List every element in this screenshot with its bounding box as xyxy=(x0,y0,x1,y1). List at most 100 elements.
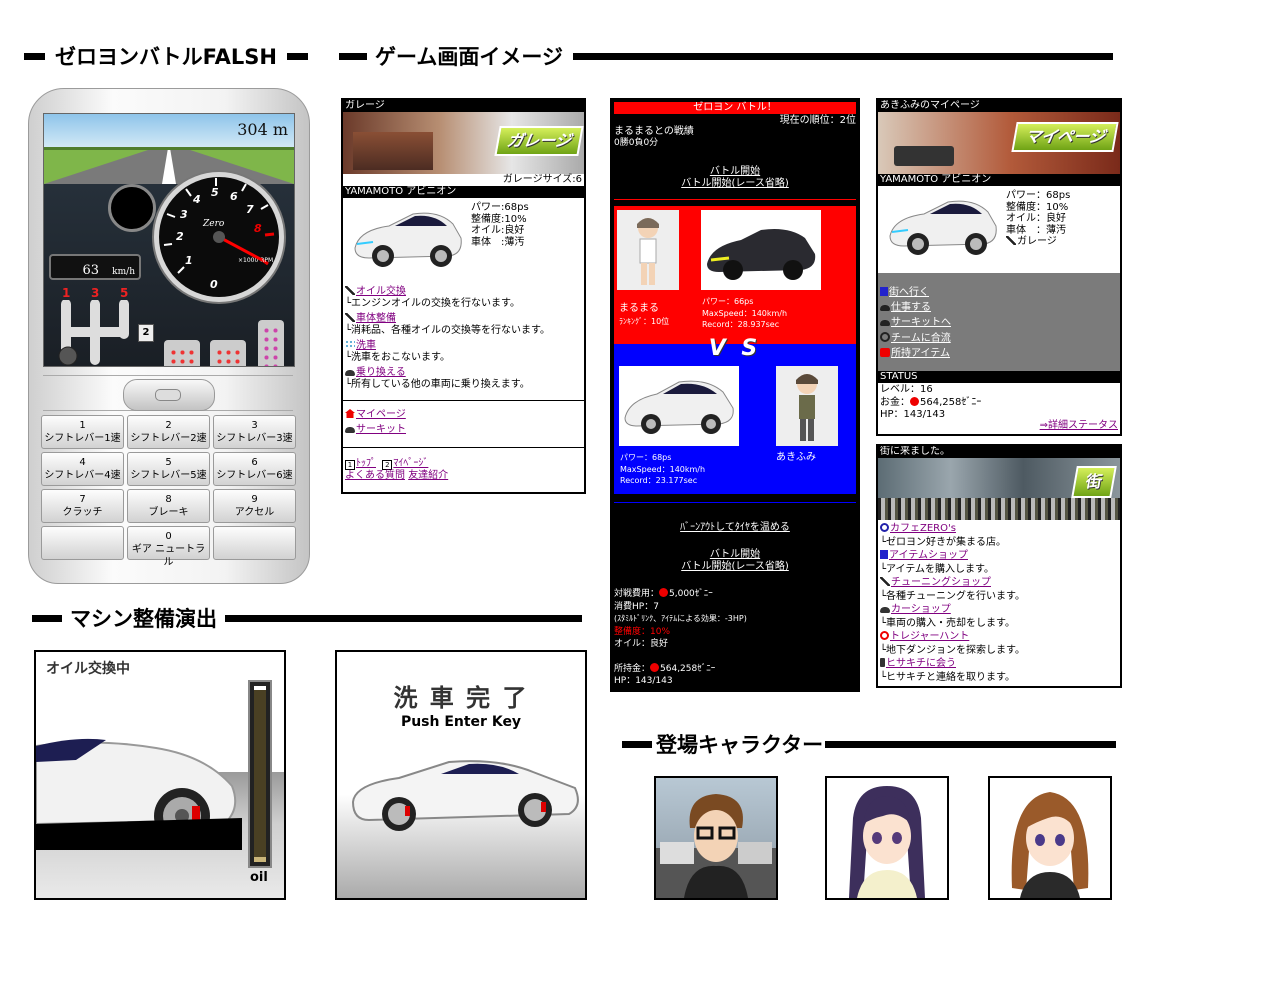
battle-skip-link[interactable]: バトル開始(レース省略) xyxy=(681,178,789,189)
garage-links: マイページ サーキット xyxy=(345,409,406,435)
garage-size: ガレージサイズ:6 xyxy=(502,174,582,185)
item-shop-link[interactable]: アイテムショップ xyxy=(889,550,968,561)
car-wash-animation: 洗 車 完 了 Push Enter Key xyxy=(335,650,587,900)
garage-car-image xyxy=(354,212,462,267)
key-blank-11[interactable] xyxy=(213,526,296,560)
faq-link[interactable]: よくある質問 xyxy=(345,470,405,481)
invite-link[interactable]: 友達紹介 xyxy=(408,470,448,481)
key-6[interactable]: 6 シフトレバー6速 xyxy=(213,452,296,486)
key-4[interactable]: 4 シフトレバー4速 xyxy=(41,452,124,486)
shift-gate[interactable] xyxy=(56,300,136,367)
town-banner-text: 街 xyxy=(1071,466,1117,498)
record-title: まるまるとの戦績 xyxy=(614,126,694,137)
wash-car-image xyxy=(351,760,579,831)
key-number: 0 xyxy=(165,531,172,542)
key-number: 5 xyxy=(165,457,172,468)
garage-stats: パワー:68ps 整備度:10% オイル:良好 車体 :薄汚 xyxy=(471,202,529,248)
player1-name: まるまる xyxy=(619,303,659,314)
key-label: シフトレバー1速 xyxy=(44,433,121,444)
town-screen: 街に来ました。 街 カフェZERO's └ゼロヨン好きが集まる店。 アイテムショ… xyxy=(876,444,1122,688)
status-header: STATUS xyxy=(878,371,1120,383)
battle-start-link-2[interactable]: バトル開始 xyxy=(710,549,760,560)
top-link[interactable]: ﾄｯﾌﾟ xyxy=(356,458,376,469)
key-1[interactable]: 1 シフトレバー1速 xyxy=(41,415,124,449)
treasure-hunt-link[interactable]: トレジャーハント xyxy=(890,631,969,642)
key-3[interactable]: 3 シフトレバー3速 xyxy=(213,415,296,449)
mypage-banner-text: マイページ xyxy=(1011,122,1119,152)
key-number: 6 xyxy=(251,457,258,468)
tuning-shop-link[interactable]: チューニングショップ xyxy=(891,577,991,588)
burnout-link[interactable]: ﾊﾞｰﾝｱｳﾄしてﾀｲﾔを温める xyxy=(680,522,790,533)
dpad[interactable] xyxy=(123,379,215,411)
garage-car-name: YAMAMOTO アビニオン xyxy=(343,186,584,198)
key-1-icon: 1 xyxy=(345,460,355,470)
gear-indicator: 2 xyxy=(138,324,154,342)
wrench-icon xyxy=(345,286,355,295)
key-blank-9[interactable] xyxy=(41,526,124,560)
items-link[interactable]: 所持アイテム xyxy=(891,348,950,359)
key-number: 1 xyxy=(79,420,86,431)
garage-screen: ガレージ ガレージ ガレージサイズ:6 YAMAMOTO アビニオン パワー:6… xyxy=(341,98,586,494)
work-link[interactable]: 仕事する xyxy=(891,302,931,313)
circuit-link[interactable]: サーキット xyxy=(356,424,406,435)
character-portrait-2 xyxy=(825,776,949,900)
mypage-garage-link[interactable]: ガレージ xyxy=(1017,236,1057,247)
speed-readout: 63 km/h xyxy=(49,254,141,280)
key-2[interactable]: 2 シフトレバー2速 xyxy=(127,415,210,449)
battle-info: 対戦費用： 5,000ｾﾞﾆｰ 消費HP：7 (ｽﾀﾐﾙﾄﾞﾘﾝｸ、ｱｲﾃﾑによる… xyxy=(614,588,747,686)
body-maint-link[interactable]: 車体整備 xyxy=(356,313,396,324)
car-wash-link[interactable]: 洗車 xyxy=(356,340,376,351)
battle-skip-link-2[interactable]: バトル開始(レース省略) xyxy=(681,561,789,572)
meet-hisakichi-link[interactable]: ヒサキチに会う xyxy=(886,658,956,669)
home-icon xyxy=(345,409,355,418)
section-title-maint: マシン整備演出 xyxy=(32,605,582,631)
search-icon xyxy=(880,523,889,532)
coin-icon xyxy=(650,662,660,672)
mypage-car-name: YAMAMOTO アビニオン xyxy=(878,174,1120,186)
team-link[interactable]: チームに合流 xyxy=(891,333,951,344)
garage-banner: ガレージ xyxy=(343,112,584,174)
svg-text:2: 2 xyxy=(176,230,184,243)
svg-text:5: 5 xyxy=(211,186,219,199)
accel-pedal[interactable] xyxy=(258,320,284,366)
coin-icon xyxy=(659,588,669,597)
key-label: クラッチ xyxy=(62,507,103,518)
player2-panel: パワー：68ps MaxSpeed：140km/h Record：23.177s… xyxy=(614,344,856,494)
key-8[interactable]: 8 ブレーキ xyxy=(127,489,210,523)
brake-pedal[interactable] xyxy=(210,340,246,366)
circuit-link[interactable]: サーキットへ xyxy=(891,317,951,328)
car-icon xyxy=(345,426,355,433)
garage-footer: 1 ﾄｯﾌﾟ 2 ﾏｲﾍﾟｰｼﾞ よくある質問 友達紹介 xyxy=(345,458,448,482)
key-number: 7 xyxy=(79,494,86,505)
battle-start-link[interactable]: バトル開始 xyxy=(710,166,760,177)
garage-header: ガレージ xyxy=(343,100,584,112)
push-enter-text[interactable]: Push Enter Key xyxy=(337,714,585,730)
key-7[interactable]: 7 クラッチ xyxy=(41,489,124,523)
detail-status-link[interactable]: ⇒詳細ステータス xyxy=(1040,420,1118,431)
key-0[interactable]: 0 ギア ニュートラル xyxy=(127,526,210,568)
cafe-link[interactable]: カフェZERO's xyxy=(890,523,956,534)
car-shop-link[interactable]: カーショップ xyxy=(891,604,951,615)
oil-change-link[interactable]: オイル交換 xyxy=(356,286,406,297)
mypage-stats: パワー：68ps 整備度：10% オイル：良好 車体 ：薄汚 ガレージ xyxy=(1006,190,1071,247)
key-5[interactable]: 5 シフトレバー5速 xyxy=(127,452,210,486)
dpad-center[interactable] xyxy=(155,389,181,401)
player2-car xyxy=(619,366,739,446)
key-number: 2 xyxy=(165,420,172,431)
mypage-footer-link[interactable]: ﾏｲﾍﾟｰｼﾞ xyxy=(393,458,428,469)
wash-complete-title: 洗 車 完 了 xyxy=(393,684,529,712)
section-title-flash: ゼロヨンバトルFALSH xyxy=(24,43,308,69)
svg-text:7: 7 xyxy=(246,203,254,216)
key-label: ギア ニュートラル xyxy=(131,544,206,568)
clutch-pedal[interactable] xyxy=(164,340,200,366)
shift-label-5: 5 xyxy=(120,286,129,300)
phone-screen: 304 m 123 456 78 Zero ×1000 RPM 0 63 km/… xyxy=(43,113,295,367)
mobile-phone-icon xyxy=(880,658,885,667)
key-label: シフトレバー2速 xyxy=(130,433,207,444)
switch-car-link[interactable]: 乗り換える xyxy=(356,367,406,378)
goto-town-link[interactable]: 街へ行く xyxy=(889,287,929,298)
mypage-header: あきふみのマイページ xyxy=(878,100,1120,112)
mypage-link[interactable]: マイページ xyxy=(356,409,406,420)
section-title-game: ゲーム画面イメージ xyxy=(339,43,1113,69)
key-9[interactable]: 9 アクセル xyxy=(213,489,296,523)
